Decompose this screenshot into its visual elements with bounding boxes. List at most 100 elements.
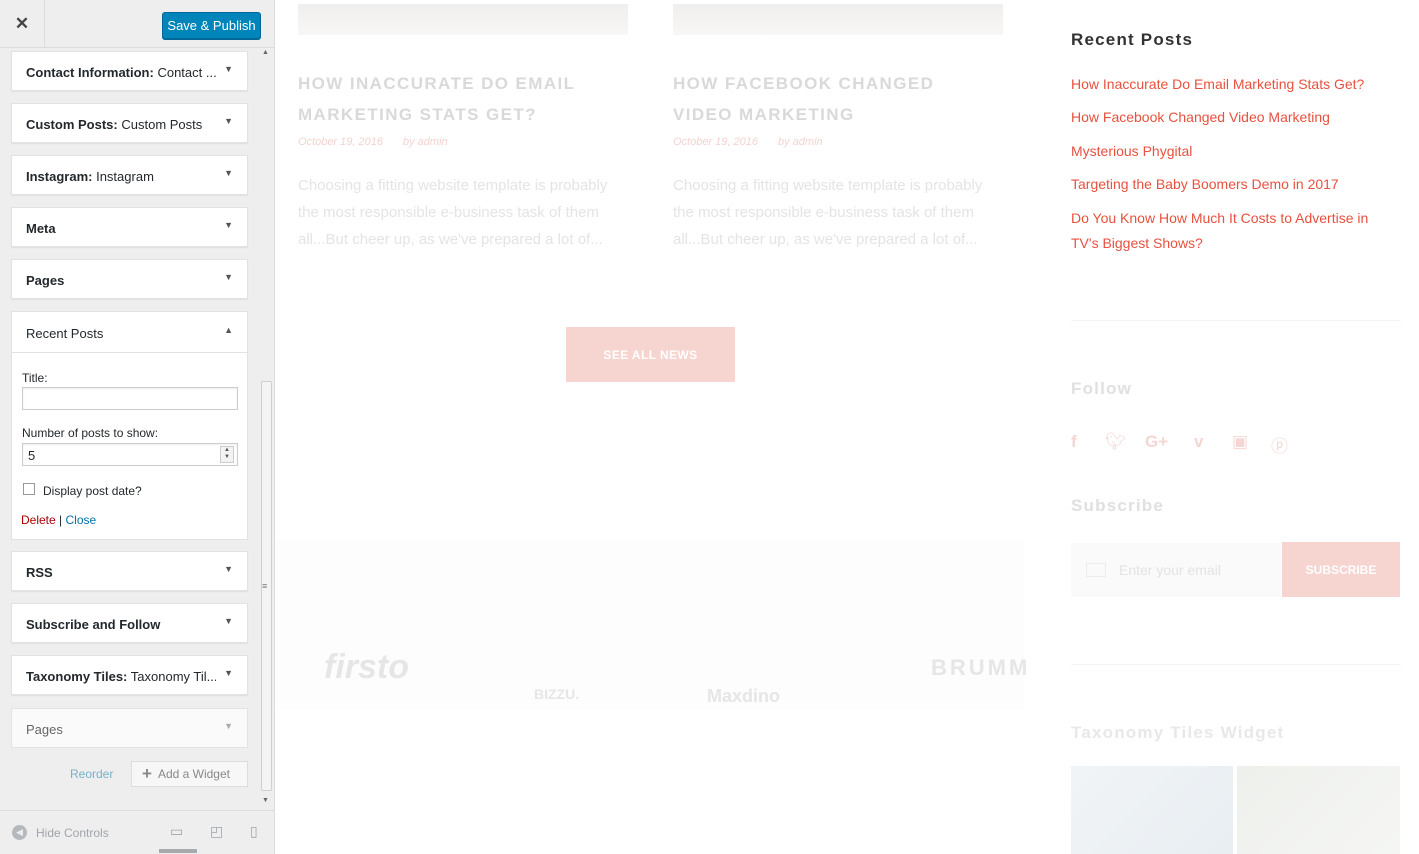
title-label: Title: <box>22 371 48 385</box>
widget-pages[interactable]: Pages ▼ <box>11 259 248 299</box>
number-of-posts-label: Number of posts to show: <box>22 426 159 440</box>
site-preview: HOW INACCURATE DO EMAIL MARKETING STATS … <box>276 0 1419 854</box>
widget-title: Pages <box>26 273 65 288</box>
hide-controls-button[interactable]: ◀ Hide Controls <box>12 825 109 840</box>
grip-icon: ≡ <box>262 581 268 591</box>
expand-arrow-icon[interactable]: ▼ <box>224 272 233 282</box>
expand-arrow-icon[interactable]: ▼ <box>224 64 233 74</box>
delete-link[interactable]: Delete <box>21 513 56 527</box>
taxonomy-tile[interactable] <box>1237 766 1400 854</box>
facebook-icon[interactable]: f <box>1071 432 1077 452</box>
see-all-news-button[interactable]: SEE ALL NEWS <box>566 327 735 382</box>
widget-header[interactable]: Recent Posts ▲ <box>12 312 247 353</box>
close-icon: ✕ <box>14 14 30 33</box>
widget-title: Instagram: <box>26 169 93 184</box>
collapse-arrow-icon[interactable]: ▲ <box>224 325 233 335</box>
expand-arrow-icon[interactable]: ▼ <box>224 168 233 178</box>
recent-post-link[interactable]: Targeting the Baby Boomers Demo in 2017 <box>1071 172 1381 197</box>
divider <box>1071 320 1401 321</box>
vimeo-icon[interactable]: v <box>1194 432 1203 452</box>
hide-controls-label: Hide Controls <box>36 825 109 840</box>
widget-subscribe-follow[interactable]: Subscribe and Follow ▼ <box>11 603 248 643</box>
post-meta: October 19, 2016 by admin <box>673 136 823 148</box>
subscribe-title: Subscribe <box>1071 496 1164 515</box>
expand-arrow-icon[interactable]: ▼ <box>224 668 233 678</box>
recent-post-link[interactable]: How Facebook Changed Video Marketing <box>1071 105 1381 130</box>
mail-icon <box>1086 563 1106 577</box>
widget-instagram[interactable]: Instagram: Instagram ▼ <box>11 155 248 195</box>
title-input[interactable] <box>22 387 238 410</box>
subscribe-button[interactable]: SUBSCRIBE <box>1282 542 1400 597</box>
widget-title: Contact Information: <box>26 65 154 80</box>
mobile-icon[interactable]: ▯ <box>250 823 258 840</box>
post-meta: October 19, 2016 by admin <box>298 136 448 148</box>
widget-contact-information[interactable]: Contact Information: Contact ... ▼ <box>11 51 248 91</box>
logo-maxdino: Maxdino <box>707 686 781 706</box>
widget-actions: Delete | Close <box>21 513 96 527</box>
add-widget-button[interactable]: + Add a Widget <box>131 761 248 787</box>
expand-arrow-icon[interactable]: ▼ <box>224 616 233 626</box>
save-publish-button[interactable]: Save & Publish <box>162 12 261 39</box>
widget-meta[interactable]: Meta ▼ <box>11 207 248 247</box>
twitter-icon[interactable]: 🐦︎ <box>1105 432 1127 452</box>
add-widget-label: Add a Widget <box>157 767 230 781</box>
post-thumbnail[interactable] <box>673 4 1003 35</box>
widget-title: Custom Posts: <box>26 117 118 132</box>
taxonomy-tile[interactable] <box>1071 766 1233 854</box>
taxonomy-tiles-title: Taxonomy Tiles Widget <box>1071 723 1285 742</box>
widget-subtitle: Contact ... <box>157 65 216 80</box>
logo-brumm: BRUMM <box>931 655 1031 680</box>
display-date-label: Display post date? <box>43 484 142 498</box>
divider <box>1071 664 1401 665</box>
customizer-panel: ✕ Save & Publish Contact Information: Co… <box>0 0 275 854</box>
expand-arrow-icon[interactable]: ▼ <box>224 564 233 574</box>
widget-custom-posts[interactable]: Custom Posts: Custom Posts ▼ <box>11 103 248 143</box>
collapse-arrow-icon: ◀ <box>12 825 27 840</box>
recent-posts-title: Recent Posts <box>1071 30 1194 49</box>
close-button[interactable]: ✕ <box>0 0 45 48</box>
youtube-icon[interactable]: ▣ <box>1232 432 1248 452</box>
logo-firsto: firsto <box>324 648 409 686</box>
post-thumbnail[interactable] <box>298 4 628 35</box>
widget-title: Recent Posts <box>26 326 104 341</box>
desktop-icon[interactable]: ▭ <box>170 823 183 840</box>
widget-title: Meta <box>26 221 56 236</box>
number-of-posts-input[interactable]: 5 ▲ ▼ <box>22 443 238 466</box>
widget-taxonomy-tiles[interactable]: Taxonomy Tiles: Taxonomy Til... ▼ <box>11 655 248 695</box>
post-title[interactable]: HOW INACCURATE DO EMAIL MARKETING STATS … <box>298 68 618 130</box>
widget-subtitle: Custom Posts <box>121 117 203 132</box>
panel-footer: ◀ Hide Controls ▭ ◰ ▯ <box>0 810 274 854</box>
display-date-checkbox[interactable] <box>23 483 35 495</box>
widget-title: Taxonomy Tiles: <box>26 669 128 684</box>
recent-post-link[interactable]: Do You Know How Much It Costs to Adverti… <box>1071 206 1381 256</box>
widget-subtitle: Taxonomy Til... <box>130 669 216 684</box>
stepper-icon[interactable]: ▲ ▼ <box>220 446 234 463</box>
scroll-down-icon[interactable]: ▼ <box>262 797 269 804</box>
number-of-posts-value: 5 <box>28 448 36 463</box>
widget-title: Pages <box>26 722 63 737</box>
close-link[interactable]: Close <box>66 513 97 527</box>
expand-arrow-icon[interactable]: ▼ <box>224 220 233 230</box>
post-title[interactable]: HOW FACEBOOK CHANGED VIDEO MARKETING <box>673 68 993 130</box>
widget-pages-dragging[interactable]: Pages ▼ <box>11 708 248 748</box>
pinterest-icon[interactable]: ⓟ <box>1271 432 1288 457</box>
follow-title: Follow <box>1071 379 1133 398</box>
recent-post-link[interactable]: How Inaccurate Do Email Marketing Stats … <box>1071 72 1381 97</box>
widget-title: RSS <box>26 565 53 580</box>
post-date: October 19, 2016 <box>673 136 759 148</box>
action-separator: | <box>59 513 63 527</box>
post-excerpt: Choosing a fitting website template is p… <box>673 177 983 248</box>
recent-post-link[interactable]: Mysterious Phygital <box>1071 139 1381 164</box>
expand-arrow-icon[interactable]: ▼ <box>224 721 233 731</box>
widget-subtitle: Instagram <box>96 169 154 184</box>
expand-arrow-icon[interactable]: ▼ <box>224 116 233 126</box>
widget-rss[interactable]: RSS ▼ <box>11 551 248 591</box>
post-excerpt: Choosing a fitting website template is p… <box>298 177 608 248</box>
scroll-up-icon[interactable]: ▲ <box>262 49 269 56</box>
google-plus-icon[interactable]: G+ <box>1145 432 1168 452</box>
widget-recent-posts: Recent Posts ▲ Title: Number of posts to… <box>11 311 248 540</box>
post-author: by admin <box>778 136 823 148</box>
panel-header: ✕ Save & Publish <box>0 0 274 48</box>
reorder-link[interactable]: Reorder <box>70 767 113 781</box>
tablet-icon[interactable]: ◰ <box>210 823 223 840</box>
